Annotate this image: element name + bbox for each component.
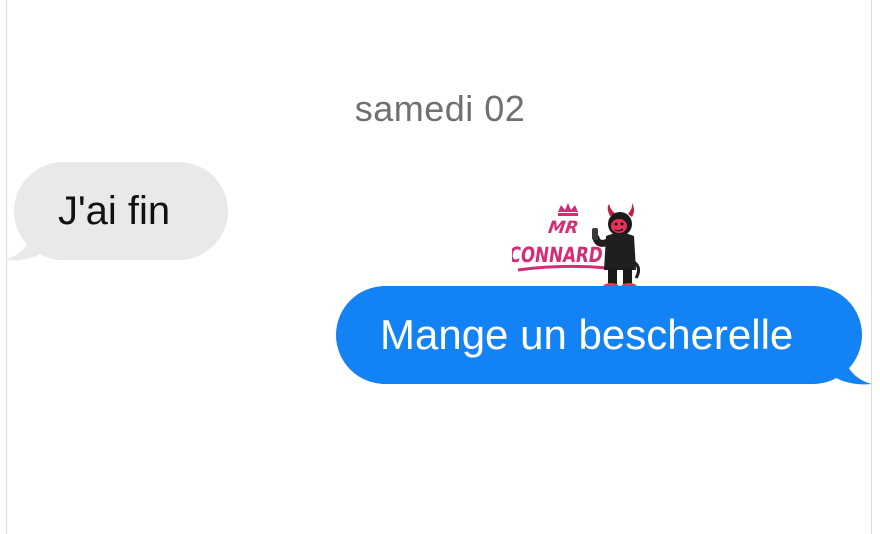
sent-message-text: Mange un bescherelle — [380, 311, 794, 358]
svg-text:CONNARD: CONNARD — [512, 242, 604, 267]
crown-icon — [558, 203, 578, 216]
sent-message-bubble[interactable]: Mange un bescherelle — [336, 286, 862, 384]
sticker-logo-text: MR CONNARD — [512, 218, 609, 272]
received-message-bubble[interactable]: J'ai fin — [14, 162, 228, 260]
mr-connard-sticker: MR CONNARD — [512, 203, 640, 291]
received-message-text: J'ai fin — [58, 188, 171, 233]
svg-text:MR: MR — [547, 218, 580, 238]
chat-screen: samedi 02 J'ai fin MR CONNARD Mange un b… — [0, 0, 880, 534]
frame-border-left — [6, 0, 7, 534]
date-separator: samedi 02 — [354, 88, 526, 129]
frame-border-right — [871, 0, 872, 534]
